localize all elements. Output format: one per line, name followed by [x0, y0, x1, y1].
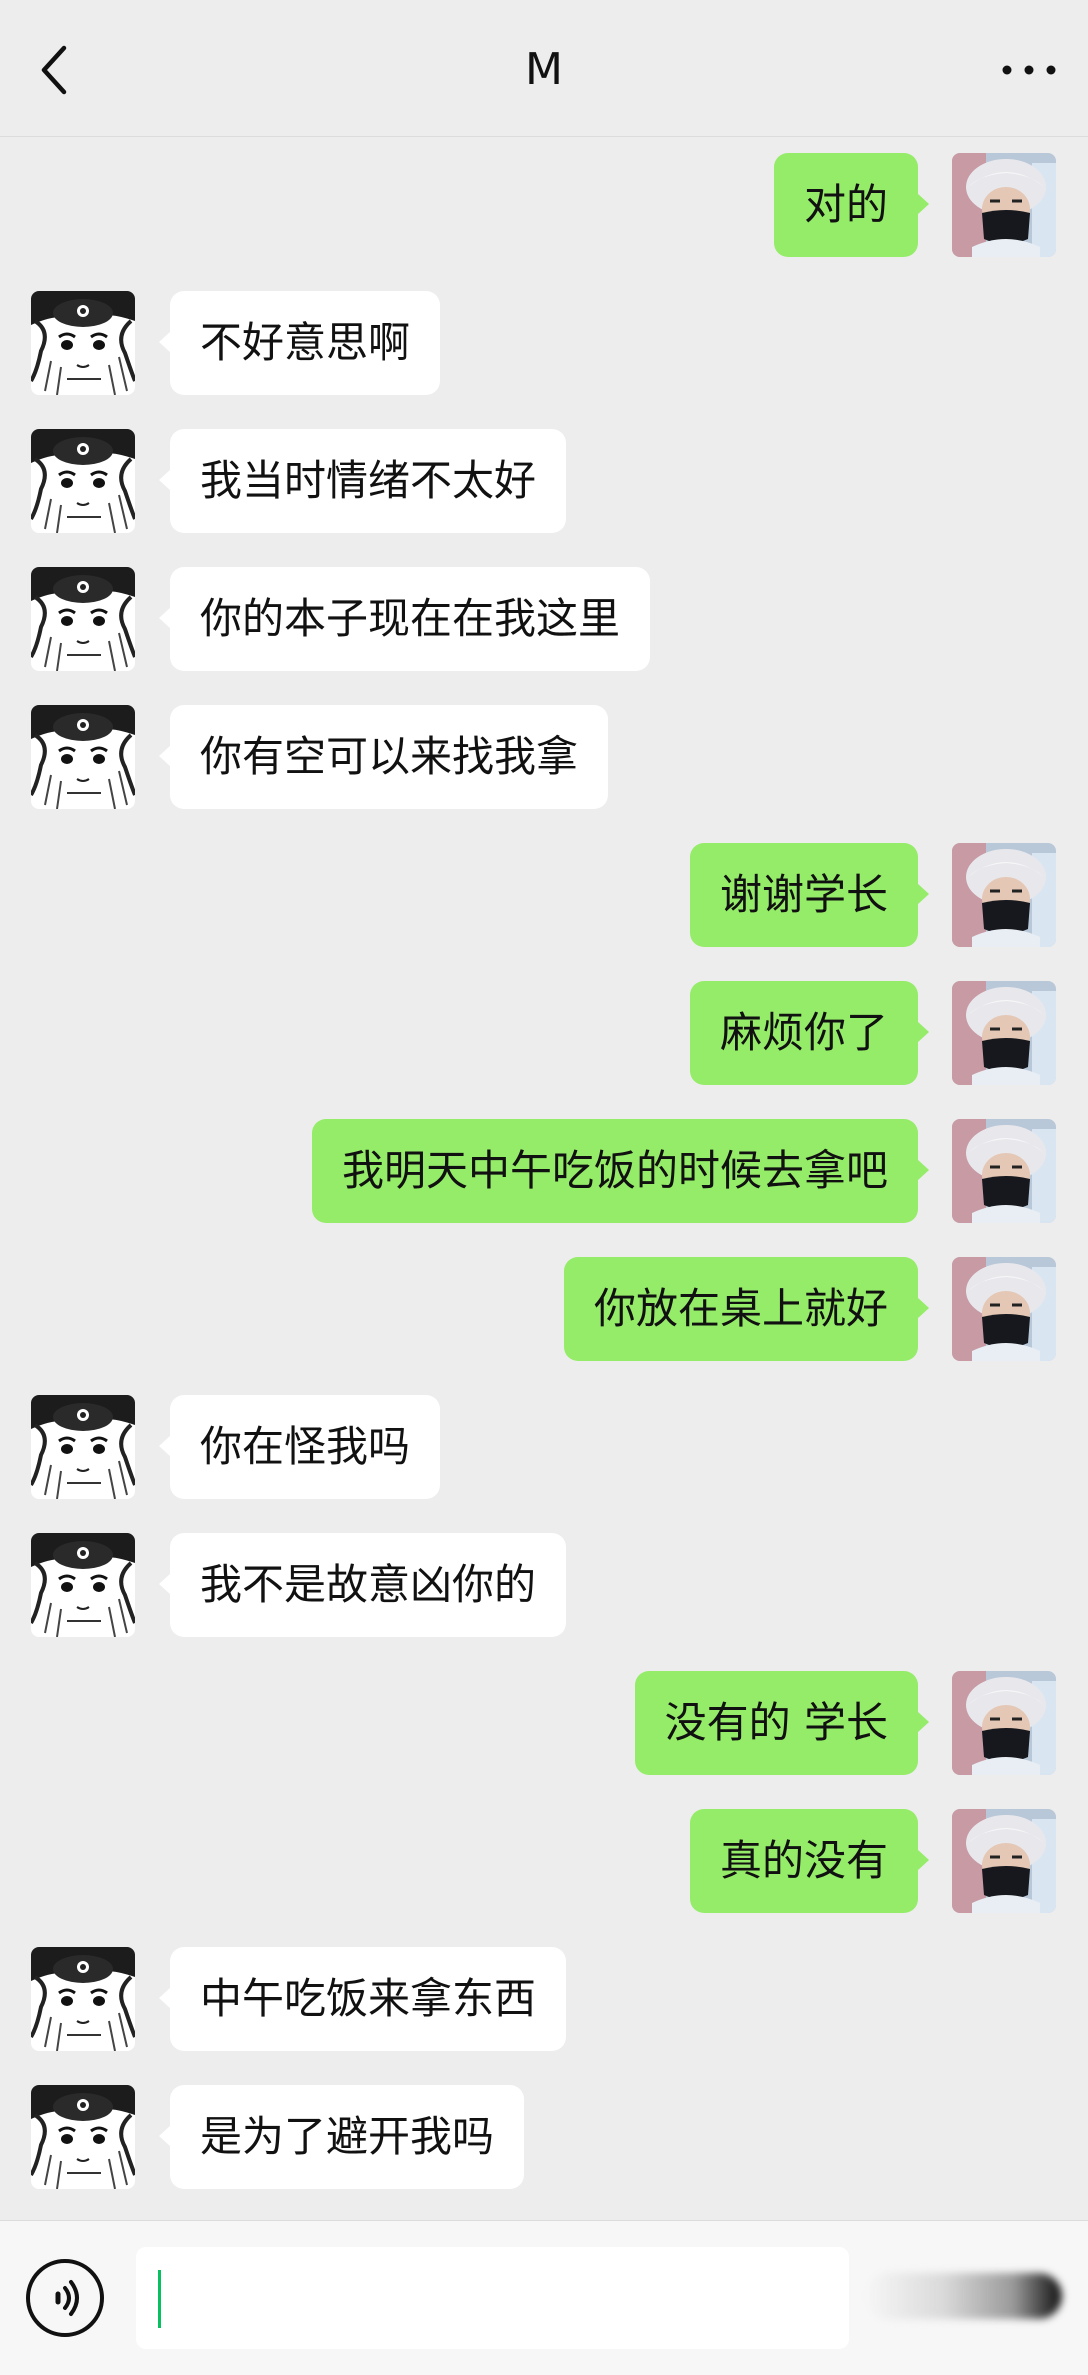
my-avatar[interactable] — [952, 1119, 1056, 1223]
contact-avatar[interactable] — [31, 1533, 135, 1637]
message-row-outgoing: 真的没有 — [0, 1809, 1088, 1913]
text-caret — [158, 2270, 161, 2328]
message-bubble-outgoing[interactable]: 没有的 学长 — [634, 1671, 930, 1775]
message-bubble-incoming[interactable]: 中午吃饭来拿东西 — [158, 1947, 567, 2051]
message-bubble-incoming[interactable]: 你有空可以来找我拿 — [158, 705, 609, 809]
message-row-incoming: 中午吃饭来拿东西 — [0, 1947, 1088, 2051]
message-row-outgoing: 你放在桌上就好 — [0, 1257, 1088, 1361]
message-row-incoming: 是为了避开我吗 — [0, 2085, 1088, 2189]
chat-title: M — [525, 44, 563, 95]
message-row-incoming: 你有空可以来找我拿 — [0, 705, 1088, 809]
message-bubble-outgoing[interactable]: 对的 — [773, 153, 930, 257]
message-row-outgoing: 对的 — [0, 153, 1088, 257]
voice-button[interactable] — [24, 2257, 106, 2339]
message-bubble-outgoing[interactable]: 你放在桌上就好 — [563, 1257, 930, 1361]
message-row-outgoing: 没有的 学长 — [0, 1671, 1088, 1775]
message-bubble-outgoing[interactable]: 我明天中午吃饭的时候去拿吧 — [311, 1119, 930, 1223]
more-dots-icon — [1002, 65, 1056, 75]
message-row-outgoing: 麻烦你了 — [0, 981, 1088, 1085]
my-avatar[interactable] — [952, 153, 1056, 257]
message-row-incoming: 我不是故意凶你的 — [0, 1533, 1088, 1637]
blurred-controls[interactable] — [866, 2273, 1062, 2319]
message-bubble-incoming[interactable]: 是为了避开我吗 — [158, 2085, 525, 2189]
message-bubble-outgoing[interactable]: 真的没有 — [689, 1809, 930, 1913]
my-avatar[interactable] — [952, 1809, 1056, 1913]
message-bubble-incoming[interactable]: 我当时情绪不太好 — [158, 429, 567, 533]
contact-avatar[interactable] — [31, 1947, 135, 2051]
message-row-incoming: 我当时情绪不太好 — [0, 429, 1088, 533]
message-row-incoming: 你在怪我吗 — [0, 1395, 1088, 1499]
message-bubble-outgoing[interactable]: 谢谢学长 — [689, 843, 930, 947]
message-bubble-incoming[interactable]: 你的本子现在在我这里 — [158, 567, 651, 671]
more-button[interactable] — [994, 45, 1064, 95]
message-bubble-incoming[interactable]: 不好意思啊 — [158, 291, 441, 395]
message-bubble-outgoing[interactable]: 麻烦你了 — [689, 981, 930, 1085]
message-input[interactable] — [136, 2247, 849, 2349]
contact-avatar[interactable] — [31, 429, 135, 533]
message-row-incoming: 你的本子现在在我这里 — [0, 567, 1088, 671]
chat-header: M — [0, 0, 1088, 137]
voice-icon — [26, 2259, 104, 2337]
my-avatar[interactable] — [952, 843, 1056, 947]
message-bubble-incoming[interactable]: 我不是故意凶你的 — [158, 1533, 567, 1637]
contact-avatar[interactable] — [31, 1395, 135, 1499]
my-avatar[interactable] — [952, 1257, 1056, 1361]
contact-avatar[interactable] — [31, 2085, 135, 2189]
message-list[interactable]: 对的 不好意思啊 我当时情绪不太好 你的本子现在在我这里 你有空可以来找我拿 谢… — [0, 137, 1088, 2220]
message-row-outgoing: 我明天中午吃饭的时候去拿吧 — [0, 1119, 1088, 1223]
contact-avatar[interactable] — [31, 567, 135, 671]
message-row-incoming: 不好意思啊 — [0, 291, 1088, 395]
contact-avatar[interactable] — [31, 291, 135, 395]
my-avatar[interactable] — [952, 981, 1056, 1085]
my-avatar[interactable] — [952, 1671, 1056, 1775]
contact-avatar[interactable] — [31, 705, 135, 809]
message-row-outgoing: 谢谢学长 — [0, 843, 1088, 947]
input-bar — [0, 2220, 1088, 2375]
message-bubble-incoming[interactable]: 你在怪我吗 — [158, 1395, 441, 1499]
